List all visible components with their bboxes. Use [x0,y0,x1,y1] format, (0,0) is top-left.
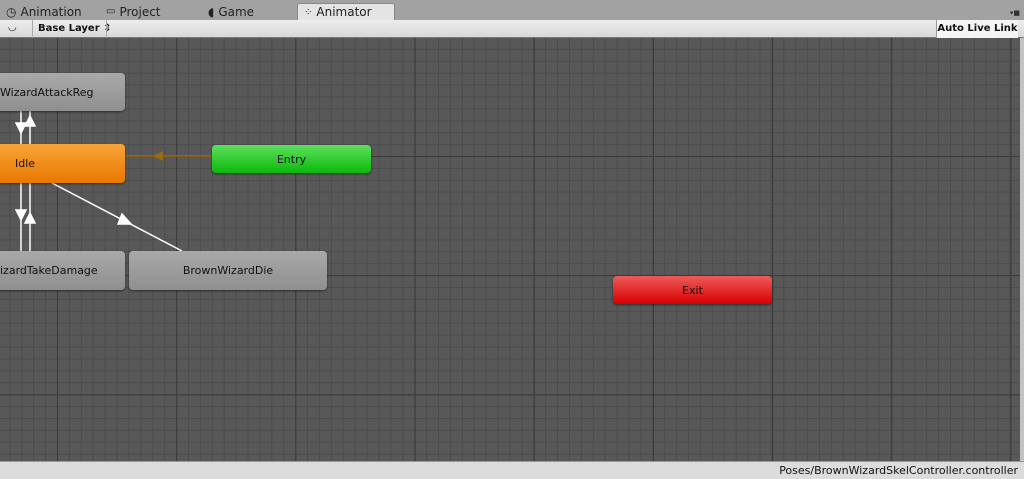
state-brown-wizard-die[interactable]: BrownWizardDie [129,251,327,290]
scrollbar[interactable] [1020,38,1024,461]
controller-path: Poses/BrownWizardSkelController.controll… [779,464,1018,477]
clock-icon: ◷ [6,4,17,19]
status-bar: Poses/BrownWizardSkelController.controll… [0,461,1024,479]
transitions [14,111,212,252]
tab-project[interactable]: ▭ Project [100,3,200,20]
tab-bar: ◷ Animation ▭ Project ◖ Game ⁘ Animator ▾■ [0,0,1024,20]
tab-animation[interactable]: ◷ Animation [0,3,100,20]
tab-menu-icon[interactable]: ▾■ [1010,9,1020,17]
state-wizard-take-damage[interactable]: izardTakeDamage [0,251,125,290]
arrow-down-icon [14,122,28,135]
transition-idle-to-die [51,182,183,252]
arrow-up-icon [23,114,37,127]
folder-icon: ▭ [106,6,116,17]
state-exit[interactable]: Exit [613,276,772,304]
arrow-up-icon [23,211,37,224]
toolbar: ◡ Base Layer ⇕ Auto Live Link [0,20,1024,38]
arrow-down-icon [14,209,28,222]
tab-animator[interactable]: ⁘ Animator [297,3,395,20]
eye-toggle-icon[interactable]: ◡ [8,22,17,33]
arrow-right-icon [116,212,133,225]
animator-icon: ⁘ [304,6,313,18]
pacman-icon: ◖ [208,4,215,19]
state-entry[interactable]: Entry [212,145,371,173]
tab-game[interactable]: ◖ Game [202,3,292,20]
state-machine-graph[interactable]: WizardAttackReg Idle Entry izardTakeDama… [0,38,1020,461]
layer-selector[interactable]: Base Layer ⇕ [38,23,112,34]
state-wizard-attack-reg[interactable]: WizardAttackReg [0,73,125,111]
auto-live-link-button[interactable]: Auto Live Link [936,20,1018,38]
arrow-left-icon [153,151,163,161]
state-idle[interactable]: Idle [0,144,125,183]
